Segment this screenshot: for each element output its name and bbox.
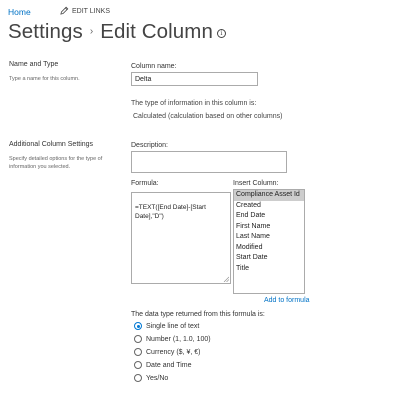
chevron-right-icon: › [89,26,94,37]
return-type-option[interactable]: Single line of text [134,322,199,332]
insert-column-option[interactable]: Created [234,201,304,212]
column-name-label: Column name: [131,63,177,70]
return-type-label: The data type returned from this formula… [131,311,265,318]
return-type-option[interactable]: Currency ($, ¥, €) [134,348,200,358]
resize-grip-icon[interactable] [223,276,230,283]
add-to-formula-link[interactable]: Add to formula [264,297,310,304]
edit-links-label: EDIT LINKS [72,8,110,15]
return-type-option-label: Date and Time [146,362,192,369]
formula-label: Formula: [131,180,159,187]
insert-column-label: Insert Column: [233,180,279,187]
insert-column-option[interactable]: Compliance Asset Id [234,190,304,201]
home-link[interactable]: Home [8,7,31,17]
info-icon[interactable]: i [216,29,226,38]
additional-settings-section-title: Additional Column Settings [9,141,94,148]
insert-column-listbox[interactable]: Compliance Asset Id Created End Date First … [233,189,305,294]
formula-text: =TEXT([End Date]-[Start Date],"D") [135,204,206,220]
return-type-option[interactable]: Date and Time [134,361,192,371]
type-info-label: The type of information in this column i… [131,100,257,107]
insert-column-option[interactable]: Last Name [234,232,304,243]
additional-settings-section-desc: Specify detailed options for the type of… [9,156,103,170]
insert-column-option[interactable]: Title [234,264,304,275]
insert-column-option[interactable]: Start Date [234,253,304,264]
type-info-value: Calculated (calculation based on other c… [133,113,283,120]
description-label: Description: [131,142,168,149]
edit-links-button[interactable]: EDIT LINKS [60,6,110,17]
name-type-section-desc: Type a name for this column. [9,76,80,82]
insert-column-option[interactable]: Modified [234,243,304,254]
return-type-option[interactable]: Yes/No [134,374,168,384]
return-type-option-label: Number (1, 1.0, 100) [146,336,211,343]
return-type-option-label: Single line of text [146,323,200,330]
radio-button[interactable] [134,348,142,356]
pencil-icon [60,6,69,17]
name-type-section-title: Name and Type [9,61,59,68]
radio-button[interactable] [134,361,142,369]
breadcrumb-current: Edit Column [100,20,213,43]
insert-column-option[interactable]: End Date [234,211,304,222]
radio-button[interactable] [134,374,142,382]
radio-button[interactable] [134,335,142,343]
breadcrumb-settings[interactable]: Settings [8,20,83,43]
column-name-input[interactable] [131,72,258,86]
return-type-option[interactable]: Number (1, 1.0, 100) [134,335,211,345]
insert-column-option[interactable]: First Name [234,222,304,233]
page-title: Settings › Edit Column i [8,20,226,46]
formula-textarea[interactable]: =TEXT([End Date]-[Start Date],"D") [131,192,231,284]
return-type-option-label: Yes/No [146,375,169,382]
return-type-option-label: Currency ($, ¥, €) [146,349,201,356]
description-textarea[interactable] [131,151,287,173]
radio-button[interactable] [134,322,142,330]
